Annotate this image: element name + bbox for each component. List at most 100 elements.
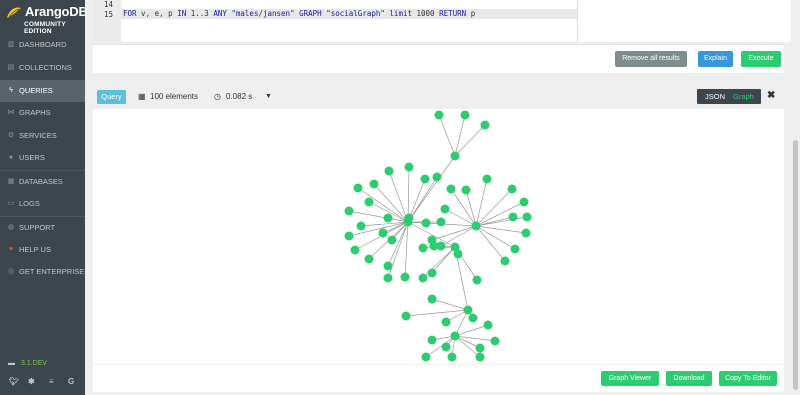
graph-node[interactable]: [400, 272, 410, 282]
graph-node[interactable]: [500, 256, 510, 266]
graph-node[interactable]: [418, 243, 428, 253]
graph-node[interactable]: [404, 162, 414, 172]
sidebar-item-collections[interactable]: ▤ COLLECTIONS: [0, 57, 85, 79]
stackoverflow-icon[interactable]: ≡: [49, 377, 54, 386]
graph-node[interactable]: [387, 235, 397, 245]
graph-node[interactable]: [490, 336, 500, 346]
graph-node[interactable]: [441, 342, 451, 352]
twitter-icon[interactable]: 🐦︎: [9, 377, 19, 386]
graph-canvas[interactable]: [93, 109, 784, 364]
graph-node[interactable]: [418, 273, 428, 283]
sidebar-item-services[interactable]: ⚙ SERVICES: [0, 125, 85, 147]
query-tag[interactable]: Query: [97, 90, 126, 104]
graph-node[interactable]: [519, 197, 529, 207]
graph-node[interactable]: [480, 120, 490, 130]
sidebar-item-logs[interactable]: ▭ LOGS: [0, 193, 85, 215]
graph-node[interactable]: [472, 275, 482, 285]
graph-node[interactable]: [350, 245, 360, 255]
graph-node[interactable]: [383, 273, 393, 283]
graph-node[interactable]: [344, 231, 354, 241]
arangodb-logo[interactable]: ArangoDB COMMUNITY EDITION: [0, 0, 88, 35]
explain-button[interactable]: Explain: [698, 51, 733, 67]
graph-node[interactable]: [522, 212, 532, 222]
graph-node[interactable]: [420, 174, 430, 184]
graph-node[interactable]: [475, 343, 485, 353]
sidebar-item-get-enterprise[interactable]: ◎ GET ENTERPRISE: [0, 261, 85, 283]
table-icon: ▦: [138, 92, 146, 101]
google-icon[interactable]: G: [68, 377, 74, 386]
bind-parameters-panel[interactable]: [578, 0, 792, 42]
query-editor[interactable]: 14 15 FOR v, e, p IN 1..3 ANY "males/jan…: [93, 0, 578, 42]
graph-node[interactable]: [401, 311, 411, 321]
graph-node[interactable]: [432, 172, 442, 182]
graph-node[interactable]: [471, 221, 481, 231]
sidebar-item-queries[interactable]: ϟ QUERIES: [0, 80, 85, 102]
graph-view-toggle[interactable]: Graph: [733, 89, 754, 104]
caret-down-icon[interactable]: ▼: [265, 90, 272, 104]
graph-node[interactable]: [508, 212, 518, 222]
code-line[interactable]: FOR v, e, p IN 1..3 ANY "males/jansen" G…: [123, 9, 475, 19]
graph-node[interactable]: [356, 221, 366, 231]
graph-node[interactable]: [427, 268, 437, 278]
enterprise-icon: ◎: [7, 268, 15, 275]
sidebar-item-graphs[interactable]: ⋈ GRAPHS: [0, 102, 85, 124]
slack-icon[interactable]: ✱: [28, 377, 35, 386]
graph-edge: [431, 225, 477, 241]
graph-viewer-button[interactable]: Graph Viewer: [601, 371, 659, 386]
graph-node[interactable]: [453, 249, 463, 259]
graph-node[interactable]: [510, 244, 520, 254]
graph-node[interactable]: [436, 241, 446, 251]
scrollbar-thumb[interactable]: [793, 140, 798, 390]
graph-node[interactable]: [383, 261, 393, 271]
database-icon: ▦: [7, 178, 15, 185]
graph-icon: ⋈: [7, 109, 15, 116]
graph-node[interactable]: [427, 235, 437, 245]
graph-node[interactable]: [384, 166, 394, 176]
graph-node[interactable]: [344, 206, 354, 216]
close-result-icon[interactable]: ✖: [767, 90, 775, 101]
graph-node[interactable]: [434, 110, 444, 120]
sidebar-item-databases[interactable]: ▦ DATABASES: [0, 171, 85, 193]
graph-node[interactable]: [353, 183, 363, 193]
graph-node[interactable]: [427, 335, 437, 345]
sidebar-item-users[interactable]: ● USERS: [0, 147, 85, 169]
graph-node[interactable]: [447, 352, 457, 362]
sidebar-item-help-us[interactable]: ♥ HELP US: [0, 239, 85, 261]
view-toggle: JSON Graph: [697, 89, 761, 104]
graph-node[interactable]: [475, 352, 485, 362]
json-view-toggle[interactable]: JSON: [705, 89, 725, 104]
graph-node[interactable]: [421, 218, 431, 228]
remove-all-results-button[interactable]: Remove all results: [615, 51, 687, 67]
graph-node[interactable]: [460, 110, 470, 120]
graph-node[interactable]: [364, 197, 374, 207]
execute-button[interactable]: Execute: [741, 51, 781, 67]
graph-node[interactable]: [404, 213, 414, 223]
sidebar-item-support[interactable]: ◍ SUPPORT: [0, 217, 85, 239]
sidebar-item-dashboard[interactable]: ▥ DASHBOARD: [0, 34, 85, 56]
graph-edge: [431, 246, 456, 274]
graph-node[interactable]: [436, 217, 446, 227]
graph-node[interactable]: [427, 294, 437, 304]
copy-to-editor-button[interactable]: Copy To Editor: [719, 371, 777, 386]
graph-node[interactable]: [369, 179, 379, 189]
download-button[interactable]: Download: [666, 371, 712, 386]
graph-node[interactable]: [468, 313, 478, 323]
graph-node[interactable]: [450, 151, 460, 161]
sidebar-item-label: SUPPORT: [19, 223, 56, 232]
graph-node[interactable]: [461, 185, 471, 195]
graph-node[interactable]: [421, 352, 431, 362]
graph-node[interactable]: [450, 331, 460, 341]
graph-node[interactable]: [441, 317, 451, 327]
graph-node[interactable]: [383, 213, 393, 223]
graph-node[interactable]: [364, 254, 374, 264]
graph-node[interactable]: [440, 204, 450, 214]
graph-svg[interactable]: [93, 109, 784, 364]
version-indicator[interactable]: ▬ 3.1.DEV: [8, 360, 47, 367]
graph-node[interactable]: [521, 228, 531, 238]
graph-node[interactable]: [463, 305, 473, 315]
graph-node[interactable]: [378, 228, 388, 238]
graph-node[interactable]: [446, 184, 456, 194]
graph-node[interactable]: [482, 174, 492, 184]
graph-node[interactable]: [507, 184, 517, 194]
graph-node[interactable]: [483, 320, 493, 330]
